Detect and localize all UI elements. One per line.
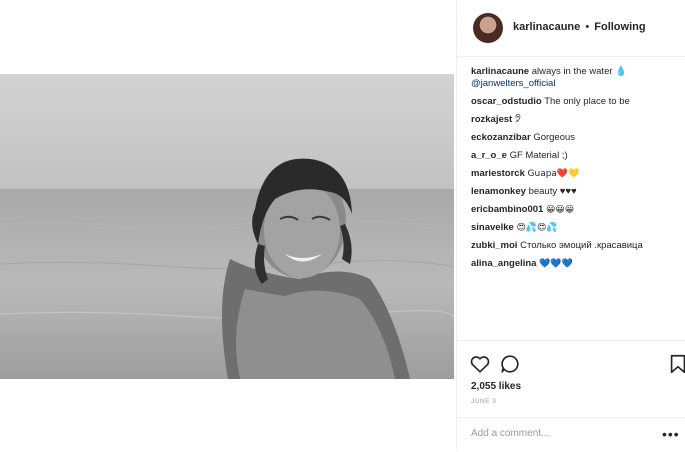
comment-bubble-icon[interactable] [499,353,521,375]
comment-username[interactable]: ericbambino001 [471,204,543,215]
comment-text: 😍💦😍💦 [516,223,558,233]
comment-username[interactable]: eckozanzibar [471,132,531,143]
ellipsis-icon[interactable]: ••• [662,426,680,442]
comment-text: The only place to be [544,96,630,107]
separator-dot: • [585,21,590,33]
author-username[interactable]: karlinacaune [513,21,580,33]
comment-text: beauty ♥♥♥ [528,186,577,197]
add-comment-bar: ••• [457,417,685,452]
following-button[interactable]: Following [594,21,645,33]
comment-text: 🤋 [514,115,521,125]
action-bar [469,353,685,377]
list-item: lenamonkey beauty ♥♥♥ [471,186,681,198]
avatar[interactable] [473,13,503,43]
list-item: eckozanzibar Gorgeous [471,132,681,144]
comment-text: Столько эмоций .красавица [520,240,643,251]
list-item: alina_angelina 💙💙💙 [471,258,681,270]
caption-text: always in the water 💧 [531,66,627,77]
post-sidebar: karlinacaune • Following karlinacaune al… [456,0,685,450]
comment-username[interactable]: alina_angelina [471,258,536,269]
comment-input[interactable] [471,428,641,439]
caption-username[interactable]: karlinacaune [471,66,529,77]
post-header: karlinacaune • Following [457,0,685,57]
list-item: rozkajest 🤋 [471,114,681,126]
photo-illustration [0,74,454,379]
comment-text: 😀😀😀 [545,205,575,215]
caption: karlinacaune always in the water 💧 @janw… [471,66,681,90]
post-photo[interactable] [0,74,454,379]
post-date: JUNE 3 [471,398,497,405]
comment-username[interactable]: zubki_moi [471,240,517,251]
comment-username[interactable]: a_r_o_e [471,150,507,161]
list-item: zubki_moi Столько эмоций .красавица [471,240,681,252]
post-media-area [0,0,454,450]
bookmark-icon[interactable] [667,353,685,375]
list-item: ericbambino001 😀😀😀 [471,204,681,216]
post-actions-section: 2,055 likes JUNE 3 ••• [457,340,685,442]
comment-username[interactable]: mariestorck [471,168,525,179]
heart-icon[interactable] [469,353,491,375]
comment-username[interactable]: sinavelke [471,222,514,233]
comment-text: GF Material ;) [509,150,568,161]
list-item: sinavelke 😍💦😍💦 [471,222,681,234]
list-item: mariestorck Guapa❤️💛 [471,168,681,180]
comment-text: Gorgeous [533,132,576,143]
comment-list: karlinacaune always in the water 💧 @janw… [471,66,681,276]
comment-text: Guapa❤️💛 [527,169,580,179]
list-item: oscar_odstudio The only place to be [471,96,681,108]
list-item: a_r_o_e GF Material ;) [471,150,681,162]
comment-text: 💙💙💙 [539,259,573,269]
comment-username[interactable]: oscar_odstudio [471,96,542,107]
caption-mention[interactable]: @janwelters_official [471,78,681,90]
like-count[interactable]: 2,055 likes [471,381,521,392]
comment-username[interactable]: lenamonkey [471,186,526,197]
header-text: karlinacaune • Following [513,21,646,33]
comment-username[interactable]: rozkajest [471,114,512,125]
